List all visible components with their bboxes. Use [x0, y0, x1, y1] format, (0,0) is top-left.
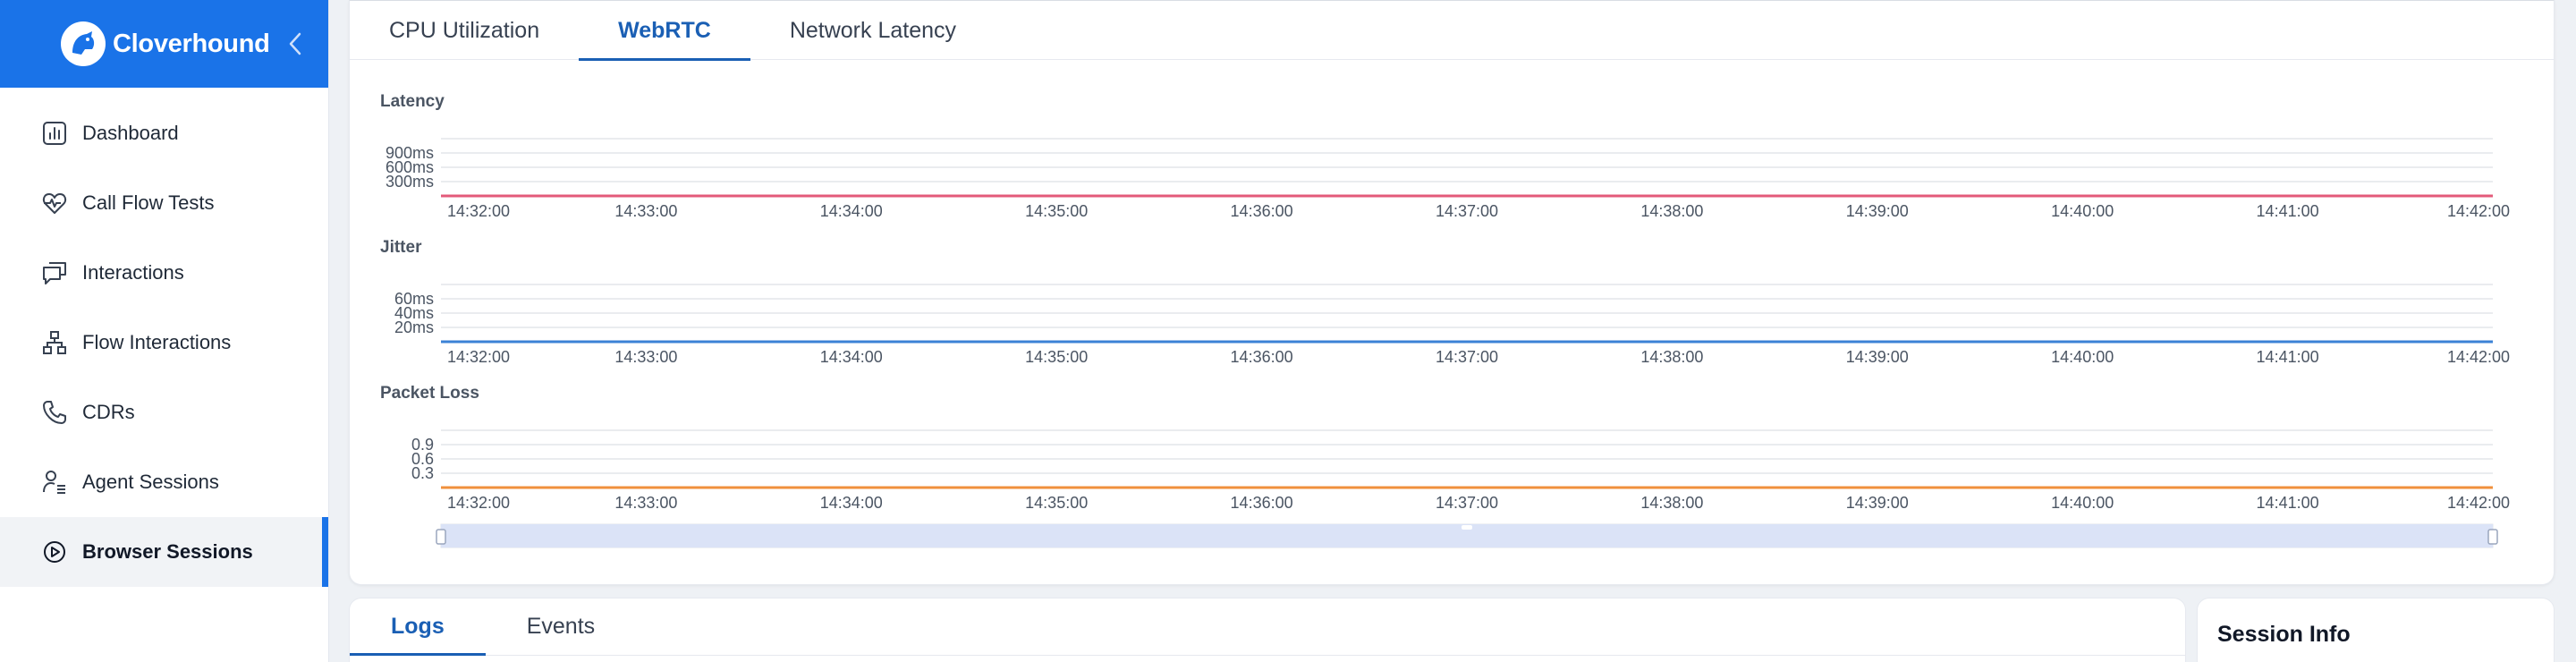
phone-icon — [39, 397, 70, 428]
dashboard-icon — [39, 118, 70, 149]
tab-cpu-utilization[interactable]: CPU Utilization — [371, 1, 579, 60]
chart-x-tick-label: 14:33:00 — [614, 348, 677, 366]
chart-title: Packet Loss — [380, 384, 479, 403]
chart-x-tick-label: 14:38:00 — [1640, 202, 1703, 220]
chart-y-tick-label: 0.9 — [411, 436, 434, 454]
chart-x-tick-label: 14:36:00 — [1231, 348, 1293, 366]
sidebar-item-dashboard[interactable]: Dashboard — [0, 98, 328, 168]
zoom-slider-end-handle[interactable] — [2487, 529, 2498, 545]
chart-x-tick-label: 14:42:00 — [2447, 348, 2510, 366]
chart-x-tick-label: 14:39:00 — [1846, 494, 1909, 512]
chart-x-tick-label: 14:39:00 — [1846, 202, 1909, 220]
chart-x-tick-label: 14:41:00 — [2257, 348, 2319, 366]
logs-card: Logs Events — [349, 598, 2186, 662]
chat-bubbles-icon — [39, 258, 70, 288]
chart-y-tick-label: 900ms — [386, 144, 434, 162]
chart-x-tick-label: 14:42:00 — [2447, 202, 2510, 220]
chart-x-tick-label: 14:34:00 — [820, 494, 883, 512]
sidebar-item-label: Agent Sessions — [82, 471, 219, 493]
collapse-sidebar-chevron-left-icon[interactable] — [282, 29, 309, 59]
app-root: Cloverhound Dashboard Call Flow Tests In… — [0, 0, 2576, 662]
sidebar: Cloverhound Dashboard Call Flow Tests In… — [0, 0, 329, 662]
metrics-tabs: CPU Utilization WebRTC Network Latency — [350, 1, 2554, 61]
chart-x-tick-label: 14:35:00 — [1025, 202, 1088, 220]
chart-x-tick-label: 14:40:00 — [2051, 348, 2114, 366]
flow-hierarchy-icon — [39, 327, 70, 358]
cloverhound-logo-icon — [61, 21, 106, 66]
chart-x-tick-label: 14:38:00 — [1640, 348, 1703, 366]
brand-header: Cloverhound — [0, 0, 328, 88]
zoom-slider-start-handle[interactable] — [436, 529, 446, 545]
tab-webrtc[interactable]: WebRTC — [579, 1, 750, 61]
chart-title: Latency — [380, 92, 445, 111]
chart-x-tick-label: 14:41:00 — [2257, 202, 2319, 220]
heart-pulse-icon — [39, 188, 70, 218]
sidebar-item-cdrs[interactable]: CDRs — [0, 378, 328, 447]
metrics-card: CPU Utilization WebRTC Network Latency L… — [349, 0, 2555, 585]
play-circle-icon — [39, 537, 70, 567]
tab-events[interactable]: Events — [486, 598, 636, 655]
sidebar-item-flow-interactions[interactable]: Flow Interactions — [0, 308, 328, 378]
chart-x-tick-label: 14:32:00 — [447, 202, 510, 220]
chart-x-tick-label: 14:38:00 — [1640, 494, 1703, 512]
chart-x-tick-label: 14:34:00 — [820, 348, 883, 366]
webrtc-charts: Latency 300ms 600ms 900ms 14:32:00 14:33:00 14… — [350, 60, 2555, 565]
chart-x-tick-label: 14:34:00 — [820, 202, 883, 220]
chart-x-tick-label: 14:41:00 — [2257, 494, 2319, 512]
sidebar-item-call-flow-tests[interactable]: Call Flow Tests — [0, 168, 328, 238]
chart-title: Jitter — [380, 238, 422, 257]
chart-x-tick-label: 14:35:00 — [1025, 348, 1088, 366]
chart-x-tick-label: 14:33:00 — [614, 494, 677, 512]
session-info-title: Session Info — [2217, 622, 2351, 647]
webrtc-charts-svg: Latency300ms600ms900ms14:32:00 14:33:00 14… — [380, 92, 2510, 548]
chart-x-tick-label: 14:32:00 — [447, 494, 510, 512]
chart-x-tick-label: 14:33:00 — [614, 202, 677, 220]
tab-network-latency[interactable]: Network Latency — [750, 1, 996, 60]
chart-x-tick-label: 14:37:00 — [1436, 348, 1498, 366]
tab-logs[interactable]: Logs — [350, 598, 486, 656]
chart-x-tick-label: 14:32:00 — [447, 348, 510, 366]
sidebar-item-browser-sessions[interactable]: Browser Sessions — [0, 517, 328, 587]
sidebar-nav: Dashboard Call Flow Tests Interactions F… — [0, 88, 328, 587]
agent-list-icon — [39, 467, 70, 497]
app-title: Cloverhound — [113, 29, 270, 58]
chart-x-tick-label: 14:36:00 — [1231, 202, 1293, 220]
chart-x-tick-label: 14:37:00 — [1436, 494, 1498, 512]
zoom-slider-grip[interactable] — [1462, 525, 1472, 530]
sidebar-item-label: Dashboard — [82, 122, 179, 144]
session-info-card: Session Info — [2197, 598, 2555, 662]
sidebar-item-interactions[interactable]: Interactions — [0, 238, 328, 308]
logs-tabs: Logs Events — [350, 598, 2185, 656]
chart-x-tick-label: 14:37:00 — [1436, 202, 1498, 220]
chart-x-tick-label: 14:36:00 — [1231, 494, 1293, 512]
sidebar-item-label: Call Flow Tests — [82, 191, 215, 214]
chart-x-tick-label: 14:40:00 — [2051, 202, 2114, 220]
sidebar-item-label: Interactions — [82, 261, 184, 284]
chart-x-tick-label: 14:39:00 — [1846, 348, 1909, 366]
chart-x-tick-label: 14:35:00 — [1025, 494, 1088, 512]
chart-x-tick-label: 14:42:00 — [2447, 494, 2510, 512]
sidebar-item-label: CDRs — [82, 401, 135, 423]
chart-x-tick-label: 14:40:00 — [2051, 494, 2114, 512]
sidebar-item-label: Browser Sessions — [82, 540, 253, 563]
sidebar-item-label: Flow Interactions — [82, 331, 232, 353]
sidebar-item-agent-sessions[interactable]: Agent Sessions — [0, 447, 328, 517]
chart-y-tick-label: 60ms — [394, 290, 434, 308]
